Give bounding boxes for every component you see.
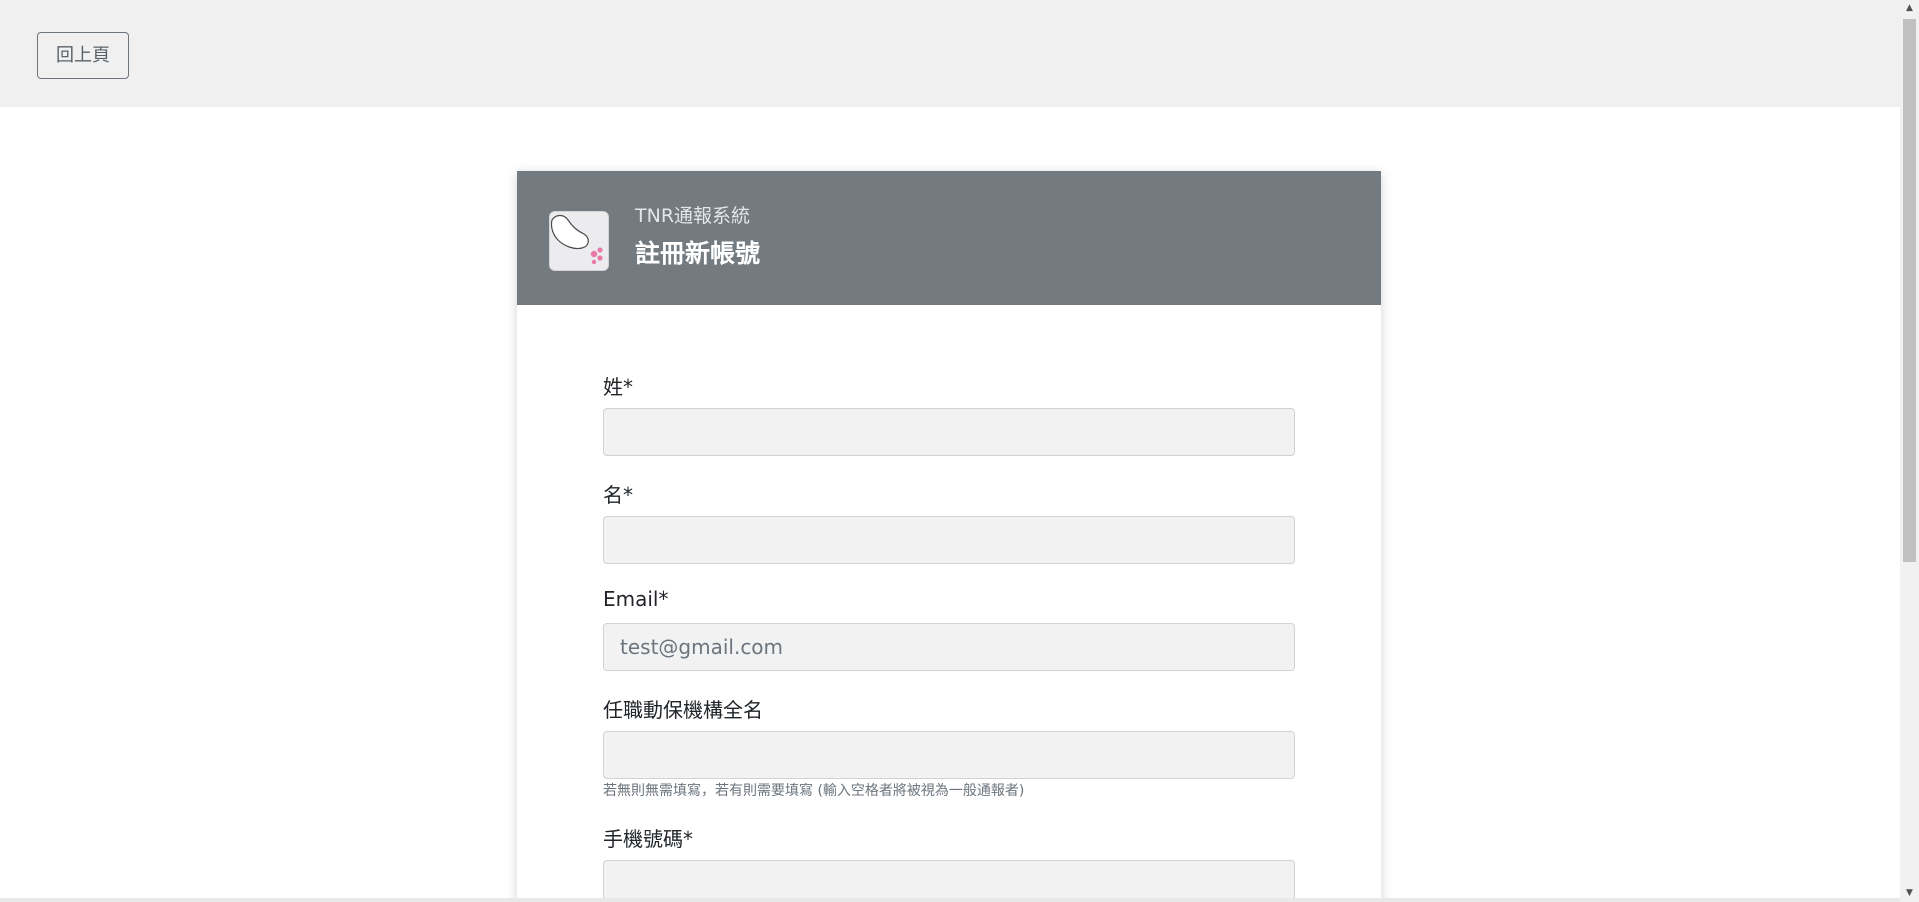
chevron-up-icon[interactable]: ▲	[1900, 0, 1919, 17]
organization-label: 任職動保機構全名	[603, 698, 763, 722]
app-name: TNR通報系統	[635, 205, 751, 227]
vertical-scrollbar[interactable]: ▲ ▼	[1900, 0, 1919, 902]
email-label: Email*	[603, 587, 669, 611]
chevron-down-icon[interactable]: ▼	[1900, 885, 1919, 902]
phone-input[interactable]	[603, 860, 1295, 902]
last-name-input[interactable]	[603, 408, 1295, 456]
bottom-edge	[0, 898, 1900, 902]
email-input[interactable]	[603, 623, 1295, 671]
top-bar: 回上頁	[0, 0, 1900, 107]
scroll-thumb[interactable]	[1903, 19, 1916, 562]
first-name-input[interactable]	[603, 516, 1295, 564]
cat-paw-logo-icon	[549, 211, 609, 271]
first-name-label: 名*	[603, 483, 633, 507]
phone-label: 手機號碼*	[603, 827, 693, 851]
card-header: TNR通報系統 註冊新帳號	[517, 171, 1381, 305]
organization-help-text: 若無則無需填寫，若有則需要填寫 (輸入空格者將被視為一般通報者)	[603, 783, 1025, 799]
register-card: TNR通報系統 註冊新帳號 姓* 名* Email* 任職動保機構全名 若無則無…	[517, 171, 1381, 902]
last-name-label: 姓*	[603, 375, 633, 399]
organization-input[interactable]	[603, 731, 1295, 779]
back-button[interactable]: 回上頁	[37, 32, 129, 79]
page-title: 註冊新帳號	[635, 239, 761, 268]
